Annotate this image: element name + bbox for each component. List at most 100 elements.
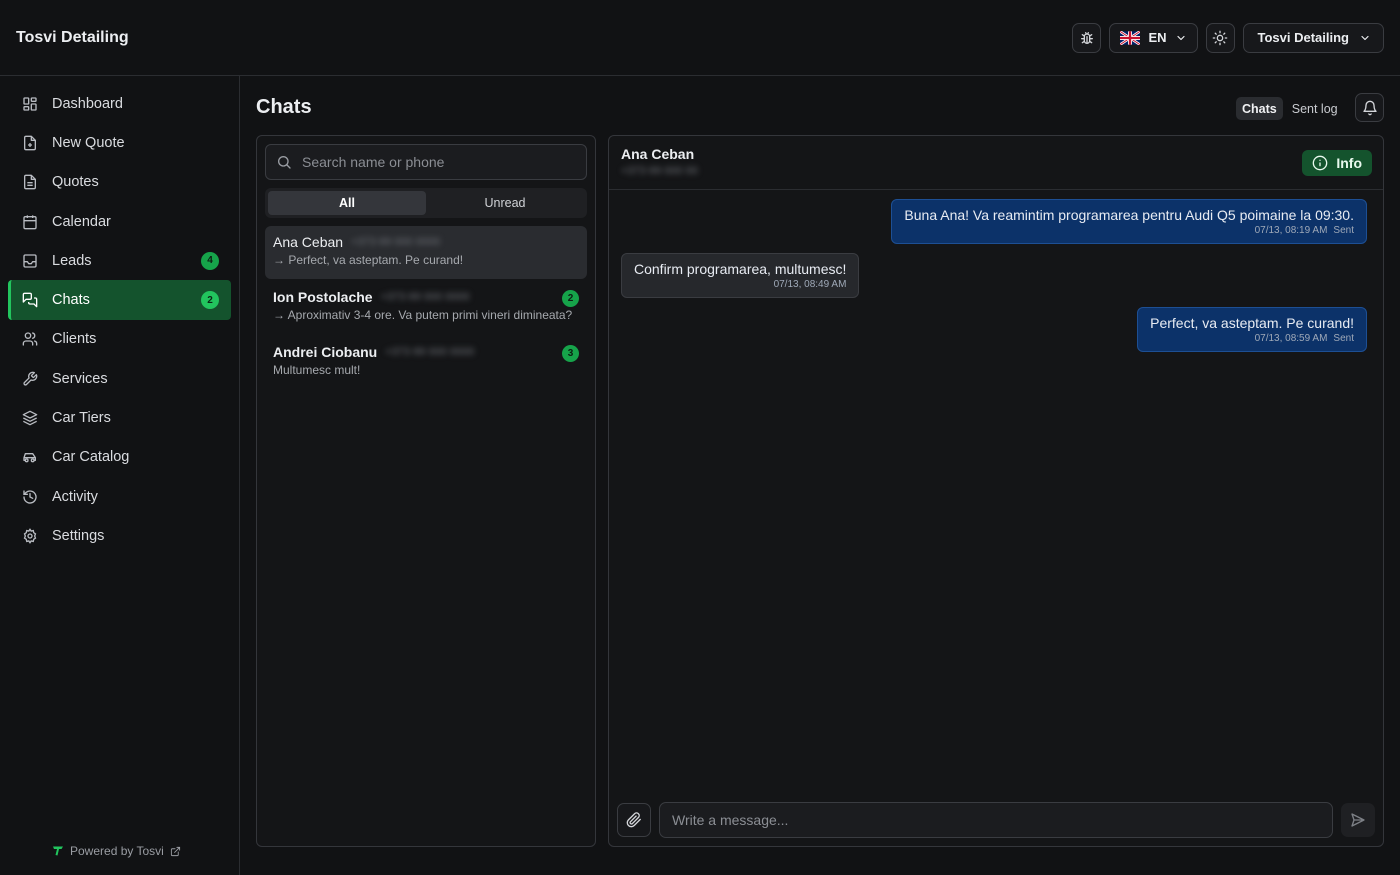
- bell-icon: [1362, 100, 1378, 116]
- history-icon: [22, 489, 38, 505]
- message-text: Confirm programarea, multumesc!: [634, 261, 847, 277]
- conversation-phone: +373 69 000 0000: [385, 346, 475, 358]
- app-title: Tosvi Detailing: [16, 28, 129, 46]
- message-time: 07/13, 08:49 AM: [773, 279, 847, 290]
- send-icon: [1350, 812, 1366, 828]
- theme-toggle-button[interactable]: [1205, 22, 1235, 53]
- car-icon: [22, 449, 38, 465]
- sidebar-item-car-catalog[interactable]: Car Catalog: [8, 438, 231, 477]
- conversation-name: Andrei Ciobanu: [273, 344, 378, 360]
- sidebar-item-label: Car Catalog: [52, 449, 130, 466]
- sidebar-item-label: Services: [52, 370, 108, 387]
- external-link-icon: [170, 846, 181, 857]
- dashboard-icon: [22, 96, 38, 112]
- message-bubble-outgoing: Buna Ana! Va reamintim programarea pentr…: [891, 199, 1367, 244]
- page-title: Chats: [256, 96, 312, 118]
- info-icon: [1312, 155, 1328, 171]
- sidebar-item-quotes[interactable]: Quotes: [8, 163, 231, 202]
- chevron-down-icon: [1359, 32, 1371, 44]
- message-bubble-incoming: Confirm programarea, multumesc! 07/13, 0…: [621, 253, 860, 298]
- chats-icon: [22, 292, 38, 308]
- chat-panel: Ana Ceban +373 69 000 00 Info Buna Ana! …: [608, 135, 1384, 847]
- sidebar-item-new-quote[interactable]: New Quote: [8, 123, 231, 162]
- sidebar-item-label: Calendar: [52, 213, 111, 230]
- search-input[interactable]: [302, 154, 562, 170]
- sidebar-item-clients[interactable]: Clients: [8, 320, 231, 359]
- info-button[interactable]: Info: [1302, 150, 1372, 176]
- debug-button[interactable]: [1072, 22, 1102, 53]
- top-actions: EN Tosvi Detailing: [1072, 22, 1384, 53]
- chat-header: Ana Ceban +373 69 000 00 Info: [609, 136, 1383, 190]
- sidebar-item-label: Chats: [52, 292, 90, 309]
- conversation-item[interactable]: Ion Postolache +373 69 000 0000 → Aproxi…: [265, 281, 587, 334]
- sidebar-item-calendar[interactable]: Calendar: [8, 202, 231, 241]
- info-label: Info: [1336, 155, 1362, 171]
- sidebar: Dashboard New Quote Quotes Calendar Lead…: [0, 76, 240, 875]
- conversation-item[interactable]: Andrei Ciobanu +373 69 000 0000 Multumes…: [265, 336, 587, 389]
- sun-icon: [1212, 30, 1228, 46]
- conversation-preview: → Perfect, va asteptam. Pe curand!: [273, 253, 464, 267]
- notifications-button[interactable]: [1355, 93, 1384, 122]
- unread-count-badge: 3: [562, 345, 579, 362]
- conversation-phone: +373 69 000 0000: [351, 236, 441, 248]
- sidebar-item-label: Clients: [52, 331, 97, 348]
- conversation-preview: → Aproximativ 3-4 ore. Va putem primi vi…: [273, 308, 573, 322]
- sidebar-item-leads[interactable]: Leads 4: [8, 241, 231, 280]
- message-bubble-outgoing: Perfect, va asteptam. Pe curand! 07/13, …: [1137, 307, 1367, 352]
- message-meta: 07/13, 08:19 AM Sent: [904, 225, 1354, 236]
- uk-flag-icon: [1120, 30, 1141, 45]
- inbox-icon: [22, 253, 38, 269]
- bug-icon: [1079, 30, 1095, 46]
- unread-count-badge: 2: [201, 291, 219, 310]
- users-icon: [22, 331, 38, 347]
- send-button[interactable]: [1341, 803, 1375, 837]
- chevron-down-icon: [1175, 32, 1187, 44]
- sidebar-item-dashboard[interactable]: Dashboard: [8, 84, 231, 123]
- conversation-item[interactable]: Ana Ceban +373 69 000 0000 → Perfect, va…: [265, 226, 587, 279]
- sidebar-item-car-tiers[interactable]: Car Tiers: [8, 398, 231, 437]
- sidebar-item-activity[interactable]: Activity: [8, 477, 231, 516]
- sidebar-item-chats[interactable]: Chats 2: [8, 280, 231, 320]
- message-input[interactable]: [659, 802, 1333, 838]
- language-label: EN: [1148, 30, 1167, 45]
- unread-count-badge: 2: [562, 290, 579, 307]
- message-meta: 07/13, 08:59 AM Sent: [1150, 333, 1354, 344]
- wrench-icon: [22, 371, 38, 387]
- powered-by-label: Powered by Tosvi: [70, 844, 164, 858]
- filter-all[interactable]: All: [268, 191, 426, 215]
- message-time: 07/13, 08:59 AM: [1254, 333, 1328, 344]
- contact-phone: +373 69 000 00: [621, 165, 698, 177]
- gear-icon: [22, 528, 38, 544]
- file-text-icon: [22, 174, 38, 190]
- conversation-preview: Multumesc mult!: [273, 363, 361, 377]
- filter-unread[interactable]: Unread: [426, 191, 584, 215]
- sidebar-item-label: Dashboard: [52, 95, 123, 112]
- message-composer: [617, 802, 1375, 838]
- message-status: Sent: [1333, 333, 1354, 344]
- tab-chats[interactable]: Chats: [1236, 97, 1283, 120]
- conversation-list-panel: All Unread Ana Ceban +373 69 000 0000 → …: [256, 135, 596, 847]
- conversation-name: Ana Ceban: [273, 234, 344, 250]
- sidebar-item-label: New Quote: [52, 134, 125, 151]
- language-selector[interactable]: EN: [1109, 22, 1198, 53]
- attach-button[interactable]: [617, 803, 651, 837]
- filter-tabs: All Unread: [265, 188, 587, 218]
- search-icon: [276, 154, 292, 170]
- account-menu-button[interactable]: Tosvi Detailing: [1242, 22, 1384, 53]
- sidebar-item-services[interactable]: Services: [8, 359, 231, 398]
- account-label: Tosvi Detailing: [1257, 30, 1350, 45]
- tab-sent-log[interactable]: Sent log: [1286, 97, 1344, 120]
- sidebar-item-label: Leads: [52, 252, 92, 269]
- contact-name: Ana Ceban: [621, 146, 695, 162]
- paperclip-icon: [626, 812, 642, 828]
- tosvi-logo-icon: [52, 845, 64, 857]
- sidebar-item-label: Quotes: [52, 174, 99, 191]
- sidebar-item-settings[interactable]: Settings: [8, 516, 231, 555]
- view-tabs: Chats Sent log: [1236, 97, 1344, 120]
- message-text: Perfect, va asteptam. Pe curand!: [1150, 315, 1354, 331]
- sidebar-item-label: Settings: [52, 527, 105, 544]
- search-box: [265, 144, 587, 180]
- message-status: Sent: [1333, 225, 1354, 236]
- powered-by-link[interactable]: Powered by Tosvi: [52, 844, 181, 858]
- message-meta: 07/13, 08:49 AM: [634, 279, 847, 290]
